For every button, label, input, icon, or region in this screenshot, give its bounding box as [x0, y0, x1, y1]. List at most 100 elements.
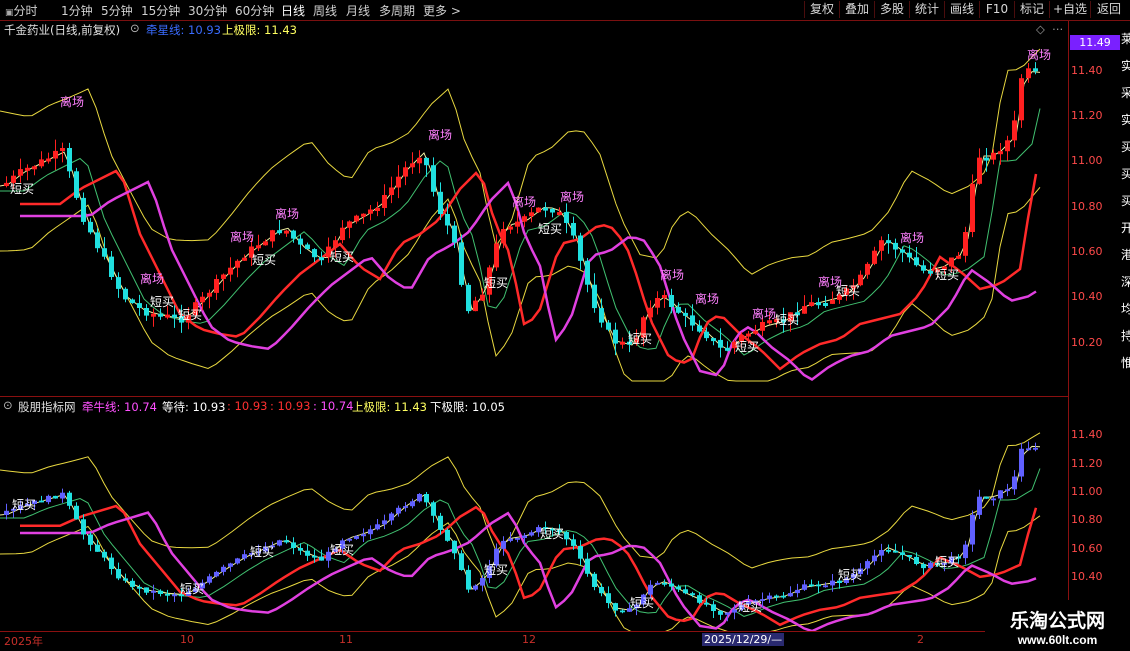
candle-body-main [116, 277, 121, 289]
overlay-button[interactable]: 叠加 [839, 1, 874, 18]
watermark-url: www.60lt.com [1017, 633, 1098, 647]
leave-label: 离场 [60, 94, 84, 109]
candle-body-sub [172, 594, 177, 597]
y-tick: 11.40 [1071, 64, 1103, 77]
candle-body-main [620, 341, 625, 345]
candle-body-main [256, 245, 261, 249]
candle-body-main [53, 150, 58, 159]
wait-value: 等待: 10.93 [162, 400, 226, 414]
candle-body-main [403, 167, 408, 177]
candle-body-sub [95, 544, 100, 552]
candle-body-main [165, 314, 170, 318]
subpanel-dropdown-icon[interactable]: ⊙ [3, 398, 13, 412]
candle-body-sub [410, 501, 415, 507]
period-tab-30min[interactable]: 30分钟 [188, 2, 227, 19]
y-tick: 10.80 [1071, 200, 1103, 213]
leave-label: 离场 [900, 230, 924, 245]
candle-body-main [172, 314, 177, 318]
side-info-char: 实 [1121, 113, 1130, 127]
candle-body-sub [872, 555, 877, 562]
candle-body-main [753, 330, 758, 334]
sub-y-tick: 11.00 [1071, 485, 1103, 498]
candle-body-main [277, 230, 282, 234]
period-tab-60min[interactable]: 60分钟 [235, 2, 274, 19]
sub-buy-label: 短买 [630, 596, 654, 610]
y-tick: 11.20 [1071, 109, 1103, 122]
candle-body-main [270, 230, 275, 242]
candle-body-sub [984, 496, 989, 499]
candle-body-sub [781, 595, 786, 598]
candle-body-sub [1005, 489, 1010, 492]
candle-body-main [312, 249, 317, 258]
candle-body-sub [508, 538, 513, 541]
y-tick: 10.60 [1071, 245, 1103, 258]
side-info-char: 开 [1121, 221, 1130, 235]
draw-line-button[interactable]: 画线 [944, 1, 979, 18]
kline-chart-area[interactable]: 离场离场离场离场离场离场 离场离场离场离场离场离场离场短买短买 短买短买短买短买短买… [0, 21, 1068, 631]
candle-body-sub [522, 535, 527, 538]
sub-buy-label: 短买 [935, 555, 959, 569]
period-tab-1min[interactable]: 1分钟 [61, 2, 93, 19]
candle-body-sub [655, 582, 660, 585]
fuquan-button[interactable]: 复权 [804, 1, 839, 18]
value-3: : 10.93 [227, 399, 268, 413]
period-tab-5min[interactable]: 5分钟 [101, 2, 133, 19]
candle-body-sub [116, 569, 121, 579]
period-tab-daily[interactable]: 日线 [281, 2, 305, 19]
candle-body-main [991, 152, 996, 160]
date-axis: 2025年 10 11 12 2025/12/29/— 2 [0, 631, 1130, 651]
candle-body-sub [151, 590, 156, 593]
candle-body-sub [123, 578, 128, 581]
period-tab-more[interactable]: 更多 > [423, 2, 461, 19]
candle-body-main [74, 171, 79, 198]
candle-body-main [956, 255, 961, 259]
multi-stock-button[interactable]: 多股 [874, 1, 909, 18]
period-tab-weekly[interactable]: 周线 [313, 2, 337, 19]
sub-y-tick: 10.60 [1071, 542, 1103, 555]
candle-body-sub [4, 510, 9, 515]
back-button[interactable]: 返回 [1090, 1, 1127, 18]
candle-body-sub [963, 544, 968, 559]
mark-button[interactable]: 标记 [1014, 1, 1049, 18]
leave-label: 离场 [752, 306, 776, 321]
period-tab-multi[interactable]: 多周期 [379, 2, 415, 19]
candle-body-main [319, 257, 324, 261]
candle-body-sub [242, 554, 247, 559]
date-label: 2 [917, 633, 924, 646]
candle-body-sub [970, 514, 975, 545]
candle-body-sub [130, 580, 135, 587]
value-4: : 10.93 [270, 399, 311, 413]
sub-buy-label: 短买 [180, 582, 204, 596]
period-tab-15min[interactable]: 15分钟 [141, 2, 180, 19]
candle-body-sub [438, 515, 443, 530]
candle-body-sub [319, 556, 324, 561]
candle-body-sub [284, 540, 289, 543]
side-info-char: 均 [1121, 302, 1130, 316]
candle-body-main [109, 256, 114, 277]
candle-body-sub [816, 584, 821, 587]
f10-button[interactable]: F10 [979, 1, 1014, 18]
candle-body-main [914, 257, 919, 266]
cursor-date-label: 2025/12/29/— [702, 633, 785, 646]
stats-button[interactable]: 统计 [909, 1, 944, 18]
buy-label: 短买 [628, 332, 652, 346]
sub-buy-label: 短买 [250, 545, 274, 559]
current-price-tag: 11.49 [1070, 35, 1120, 50]
qianniu-line-value: 牵牛线: 10.74 [82, 400, 157, 414]
candle-body-main [830, 300, 835, 304]
candle-body-sub [585, 558, 590, 574]
buy-label: 短买 [935, 268, 959, 282]
period-tab-fenshi[interactable]: ▣分时 [5, 2, 38, 19]
candle-body-sub [417, 494, 422, 502]
candle-body-sub [1019, 448, 1024, 477]
candle-body-main [459, 242, 464, 285]
period-tab-monthly[interactable]: 月线 [346, 2, 370, 19]
buy-label: 短买 [178, 308, 202, 322]
side-info-char: 莱 [1121, 32, 1130, 46]
sub-buy-label: 短买 [540, 527, 564, 541]
candle-body-main [970, 183, 975, 232]
candle-body-main [690, 315, 695, 326]
candle-body-main [963, 232, 968, 256]
add-watchlist-button[interactable]: +自选 [1049, 1, 1090, 18]
candle-body-sub [795, 589, 800, 594]
